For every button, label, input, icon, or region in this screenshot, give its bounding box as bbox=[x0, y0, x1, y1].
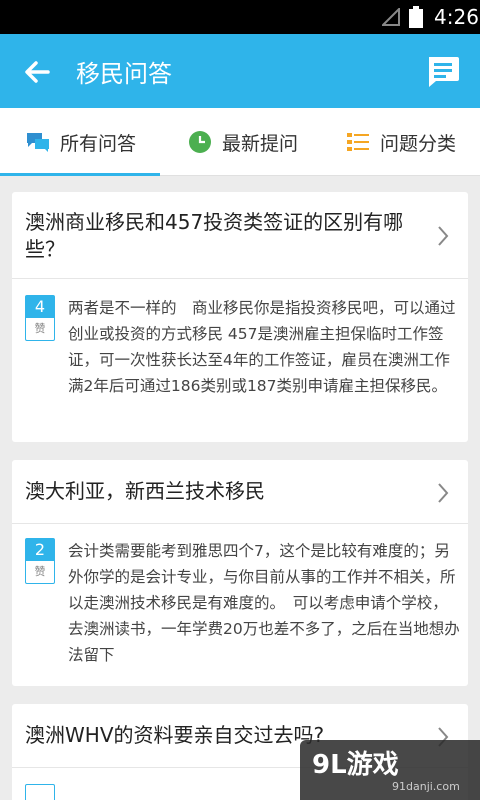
tab-label: 最新提问 bbox=[222, 132, 299, 155]
like-label: 赞 bbox=[34, 322, 46, 335]
watermark-site: 91danji.com bbox=[392, 780, 460, 793]
answer-text: 两者是不一样的 商业移民你是指投资移民吧，可以通过创业或投资的方式移民 457是… bbox=[68, 299, 456, 395]
clock-icon bbox=[189, 131, 211, 153]
chevron-right-icon bbox=[438, 483, 449, 503]
tab-latest-questions[interactable]: 最新提问 bbox=[188, 108, 298, 176]
tab-bar: 所有问答 最新提问 问题分类 bbox=[0, 108, 480, 176]
question-card[interactable]: 澳大利亚，新西兰技术移民 2 赞 会计类需要能考到雅思四个7，这个是比较有难度的… bbox=[12, 460, 468, 686]
tab-label: 所有问答 bbox=[60, 132, 137, 155]
tab-all-questions[interactable]: 所有问答 bbox=[26, 108, 136, 176]
like-count: 4 bbox=[26, 296, 54, 318]
question-row[interactable]: 澳大利亚，新西兰技术移民 bbox=[12, 460, 468, 524]
chat-message-icon[interactable] bbox=[424, 52, 462, 90]
tab-indicator bbox=[0, 173, 160, 176]
like-label: 赞 bbox=[34, 565, 46, 578]
status-bar: 4:26 bbox=[0, 0, 480, 34]
page-title: 移民问答 bbox=[76, 60, 172, 88]
question-card[interactable]: 澳洲商业移民和457投资类签证的区别有哪些？ 4 赞 两者是不一样的 商业移民你… bbox=[12, 192, 468, 442]
watermark-brand: 9L游戏 bbox=[312, 750, 399, 780]
like-count: 2 bbox=[26, 539, 54, 561]
question-title: 澳洲商业移民和457投资类签证的区别有哪些？ bbox=[25, 210, 404, 261]
arrow-left-icon[interactable] bbox=[18, 52, 58, 92]
chevron-right-icon bbox=[438, 226, 449, 246]
tab-question-categories[interactable]: 问题分类 bbox=[346, 108, 456, 176]
answer-text: 会计类需要能考到雅思四个7，这个是比较有难度的；另外你学的是会计专业，与你目前从… bbox=[68, 542, 460, 664]
list-icon bbox=[347, 133, 369, 151]
status-time: 4:26 bbox=[434, 5, 479, 29]
question-title: 澳大利亚，新西兰技术移民 bbox=[25, 479, 265, 503]
battery-icon bbox=[409, 6, 423, 28]
chat-bubbles-icon bbox=[27, 133, 49, 152]
like-badge[interactable]: 2 赞 bbox=[25, 538, 55, 584]
question-row[interactable]: 澳洲商业移民和457投资类签证的区别有哪些？ bbox=[12, 192, 468, 279]
signal-icon bbox=[382, 8, 400, 26]
like-badge[interactable]: 4 赞 bbox=[25, 295, 55, 341]
like-badge[interactable] bbox=[25, 784, 55, 800]
site-watermark: 9L游戏 91danji.com bbox=[300, 740, 480, 800]
tab-label: 问题分类 bbox=[380, 132, 457, 155]
app-bar: 移民问答 bbox=[0, 34, 480, 108]
